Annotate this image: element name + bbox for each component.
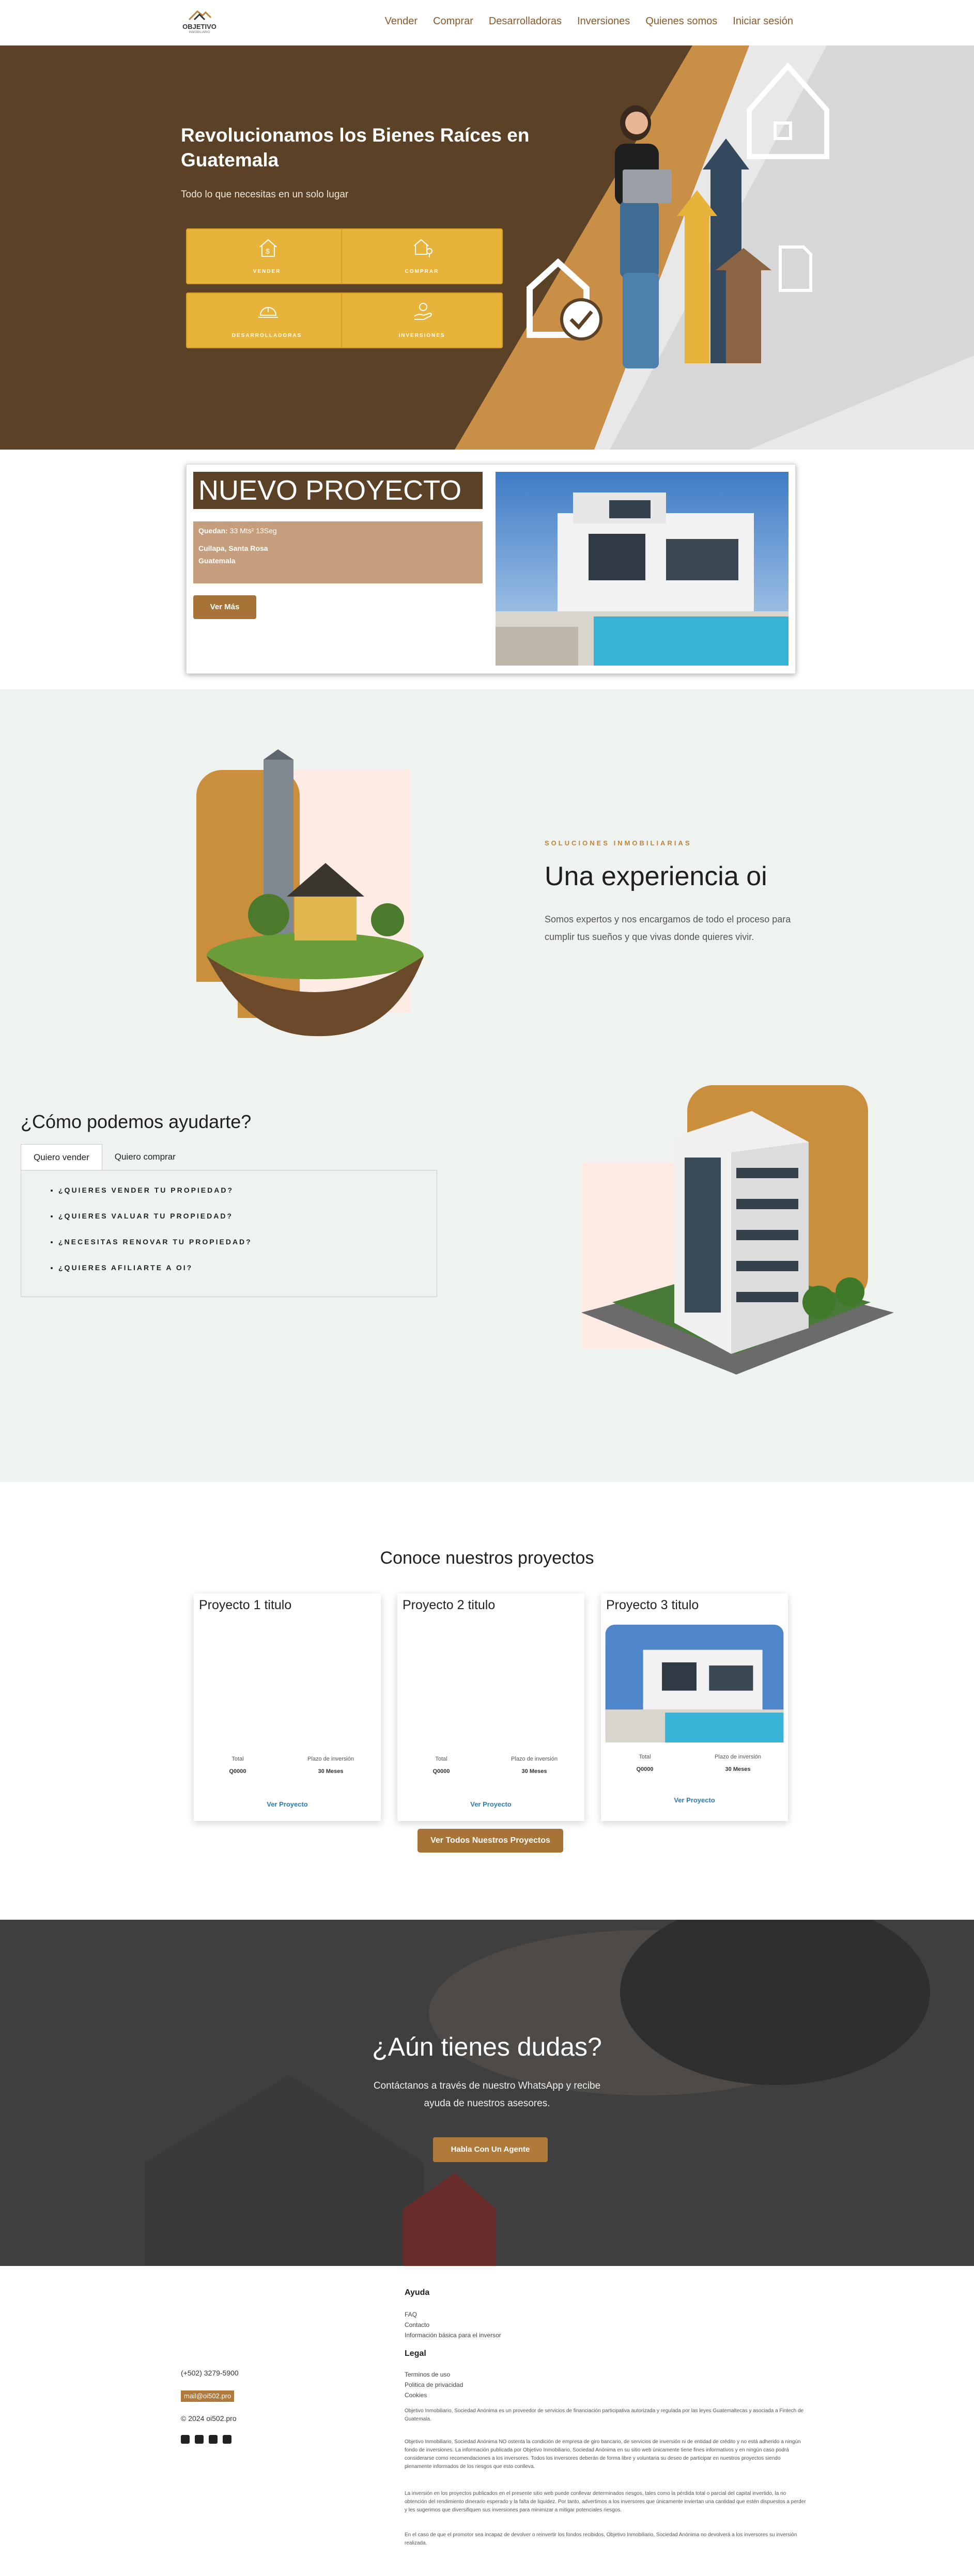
footer-email[interactable]: mail@oi502.pro — [181, 2390, 235, 2402]
project-info: Quedan: 33 Mts² 13Seg Cuilapa, Santa Ros… — [193, 521, 483, 583]
linkedin-icon[interactable] — [223, 2435, 231, 2444]
project-card-title: Proyecto 1 titulo — [199, 1598, 292, 1612]
hero-section: Revolucionamos los Bienes Raíces en Guat… — [0, 45, 974, 450]
instagram-icon[interactable] — [195, 2435, 204, 2444]
project-plazo: Plazo de inversión 30 Meses — [715, 1754, 761, 1772]
social-links — [181, 2435, 231, 2444]
hero-card-label: COMPRAR — [405, 269, 439, 274]
ver-proyecto-link[interactable]: Ver Proyecto — [194, 1800, 381, 1808]
project-card-3: Proyecto 3 titulo Total Q0000 Plazo de in… — [601, 1594, 788, 1821]
help-tabs: Quiero vender Quiero comprar — [21, 1144, 188, 1170]
ver-todos-proyectos-button[interactable]: Ver Todos Nuestros Proyectos — [418, 1829, 563, 1853]
footer-link-inversor[interactable]: Información básica para el inversor — [405, 2332, 501, 2339]
logo-name: OBJETIVO — [182, 23, 217, 30]
construction-helmet-icon — [258, 307, 278, 318]
nav-inversiones[interactable]: Inversiones — [577, 16, 630, 27]
help-item-afiliarte[interactable]: ¿QUIERES AFILIARTE A OI? — [58, 1263, 252, 1289]
footer-link-cookies[interactable]: Cookies — [405, 2392, 427, 2399]
main-nav: Vender Comprar Desarrolladoras Inversion… — [385, 16, 793, 27]
footer-disclaimer-2: Objetivo Inmobiliario, Sociedad Anónima … — [405, 2439, 801, 2470]
footer-copyright: © 2024 oi502.pro — [181, 2414, 237, 2423]
soluciones-title: Una experiencia oi — [545, 861, 767, 891]
project-total: Total Q0000 — [432, 1756, 450, 1775]
nav-comprar[interactable]: Comprar — [433, 16, 473, 27]
tab-quiero-comprar[interactable]: Quiero comprar — [102, 1144, 188, 1170]
hero-title: Revolucionamos los Bienes Raíces en Guat… — [181, 125, 530, 171]
footer-link-privacidad[interactable]: Politica de privacidad — [405, 2381, 463, 2388]
hero-subtitle: Todo lo que necesitas en un solo lugar — [181, 189, 349, 200]
logo-sub: INMOBILIARIO — [189, 31, 210, 34]
project-card-1: Proyecto 1 titulo Total Q0000 Plazo de in… — [194, 1594, 381, 1821]
tiktok-icon[interactable] — [209, 2435, 218, 2444]
nav-vender[interactable]: Vender — [385, 16, 418, 27]
help-item-valuar[interactable]: ¿QUIERES VALUAR TU PROPIEDAD? — [58, 1212, 252, 1238]
cta-title: ¿Aún tienes dudas? — [372, 2032, 602, 2061]
ver-mas-button[interactable]: Ver Más — [193, 595, 256, 619]
project-card-title: Proyecto 3 titulo — [606, 1598, 699, 1612]
help-item-vender[interactable]: ¿QUIERES VENDER TU PROPIEDAD? — [58, 1186, 252, 1212]
hero-card-inversiones[interactable]: INVERSIONES — [341, 292, 503, 348]
hero-card-comprar[interactable]: COMPRAR — [341, 228, 503, 284]
building-illustration — [581, 1085, 894, 1375]
footer-disclaimer-3: La inversión en los proyectos publicados… — [405, 2491, 806, 2513]
quedan-value: 33 Mts² 13Seg — [229, 527, 277, 535]
habla-agente-button[interactable]: Habla Con Un Agente — [433, 2137, 548, 2162]
footer-ayuda-title: Ayuda — [405, 2288, 430, 2297]
tab-quiero-vender[interactable]: Quiero vender — [21, 1144, 102, 1170]
hero-card-vender[interactable]: $ VENDER — [186, 228, 348, 284]
proyectos-title: Conoce nuestros proyectos — [380, 1548, 594, 1568]
hero-card-desarrolladoras[interactable]: DESARROLLADORAS — [186, 292, 348, 348]
island-house-illustration — [186, 749, 424, 1037]
nav-iniciar-sesion[interactable]: Iniciar sesión — [733, 16, 793, 27]
soluciones-text: Somos expertos y nos encargamos de todo … — [545, 914, 791, 942]
help-tab-panel: ¿QUIERES VENDER TU PROPIEDAD? ¿QUIERES V… — [21, 1170, 437, 1297]
ver-proyecto-link[interactable]: Ver Proyecto — [397, 1800, 584, 1808]
project-card-photo — [605, 1625, 784, 1742]
footer-phone[interactable]: (+502) 3279-5900 — [181, 2369, 239, 2377]
help-title: ¿Cómo podemos ayudarte? — [21, 1111, 252, 1132]
project-title: NUEVO PROYECTO — [193, 472, 483, 509]
footer-link-faq[interactable]: FAQ — [405, 2311, 417, 2318]
site-header: OBJETIVO INMOBILIARIO Vender Comprar Des… — [0, 0, 974, 45]
hand-coin-icon — [414, 303, 432, 320]
hero-card-label: DESARROLLADORAS — [231, 333, 302, 338]
cta-text: Contáctanos a través de nuestro WhatsApp… — [373, 2080, 601, 2109]
project-total: Total Q0000 — [229, 1756, 246, 1775]
help-item-renovar[interactable]: ¿NECESITAS RENOVAR TU PROPIEDAD? — [58, 1238, 252, 1263]
project-card: NUEVO PROYECTO Quedan: 33 Mts² 13Seg Cui… — [186, 464, 796, 674]
project-total: Total Q0000 — [636, 1754, 654, 1772]
soluciones-eyebrow: SOLUCIONES INMOBILIARIAS — [545, 839, 692, 847]
house-dollar-icon: $ — [259, 239, 277, 257]
project-country: Guatemala — [198, 557, 236, 565]
facebook-icon[interactable] — [181, 2435, 190, 2444]
svg-text:$: $ — [266, 247, 270, 255]
project-card-title: Proyecto 2 titulo — [403, 1598, 496, 1612]
quedan-label: Quedan: — [198, 527, 228, 535]
house-key-icon — [413, 239, 432, 257]
project-photo — [496, 472, 789, 666]
hero-card-label: INVERSIONES — [398, 333, 445, 338]
project-location: Cuilapa, Santa Rosa — [198, 544, 268, 552]
logo[interactable]: OBJETIVO INMOBILIARIO — [181, 7, 218, 38]
ver-proyecto-link[interactable]: Ver Proyecto — [601, 1796, 788, 1804]
footer-link-terminos[interactable]: Terminos de uso — [405, 2371, 450, 2378]
nav-quienes-somos[interactable]: Quienes somos — [645, 16, 717, 27]
footer-legal-title: Legal — [405, 2349, 426, 2358]
footer-disclaimer-4: En el caso de que el promotor sea incapa… — [405, 2532, 797, 2546]
project-plazo: Plazo de inversión 30 Meses — [511, 1756, 558, 1775]
footer-disclaimer-1: Objetivo Inmobiliario, Sociedad Anónima … — [405, 2408, 804, 2422]
footer-link-contacto[interactable]: Contacto — [405, 2321, 429, 2328]
nav-desarrolladoras[interactable]: Desarrolladoras — [489, 16, 562, 27]
project-plazo: Plazo de inversión 30 Meses — [307, 1756, 354, 1775]
hero-card-label: VENDER — [253, 269, 281, 274]
project-card-2: Proyecto 2 titulo Total Q0000 Plazo de in… — [397, 1594, 584, 1821]
logo-house-icon — [188, 10, 212, 21]
